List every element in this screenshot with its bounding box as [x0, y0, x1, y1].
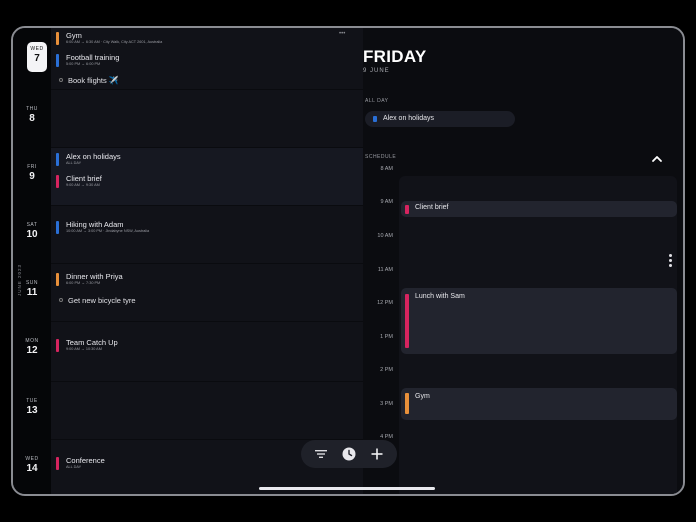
date-dow: FRI [27, 164, 37, 170]
hour-label: 10 AM [377, 233, 393, 239]
home-indicator[interactable] [259, 487, 435, 490]
event-title: Hiking with Adam [66, 220, 124, 229]
schedule-timegrid: 8 AM 9 AM 10 AM 11 AM 12 PM 1 PM 2 PM 3 … [363, 166, 683, 494]
event-subtitle: ALL DAY [66, 465, 82, 469]
date-cell[interactable]: WED 14 [13, 456, 51, 474]
schedule-block-gym[interactable]: Gym [401, 388, 677, 420]
date-num: 9 [29, 171, 35, 182]
event-subtitle: 6:00 AM → 6:30 AM · City Walk, City ACT … [66, 40, 163, 44]
event-color-bar [56, 153, 59, 166]
clock-icon[interactable] [339, 444, 359, 464]
schedule-block-lunch-with-sam[interactable]: Lunch with Sam [401, 288, 677, 354]
airplane-icon: ✈️ [108, 76, 119, 85]
event-title: Football training [66, 53, 120, 62]
date-num: 12 [26, 345, 38, 356]
event-subtitle: ALL DAY [66, 161, 82, 165]
event-title: Conference [66, 456, 105, 465]
date-num: 8 [29, 113, 35, 124]
date-dow: TUE [26, 398, 38, 404]
date-cell-selected[interactable]: WED 7 [27, 42, 47, 72]
day-block-sun: Dinner with Priya 6:00 PM → 7:30 PM Get … [51, 264, 363, 322]
event-title: Team Catch Up [66, 338, 118, 347]
date-dow: MON [25, 338, 39, 344]
event-color-bar [56, 273, 59, 286]
day-block-fri: Alex on holidays ALL DAY Client brief 9:… [51, 148, 363, 206]
event-color-bar [56, 457, 59, 470]
date-cell[interactable]: FRI 9 [13, 164, 51, 182]
schedule-block-title: Lunch with Sam [415, 293, 465, 300]
hour-label: 3 PM [380, 401, 393, 407]
date-num: 10 [26, 229, 38, 240]
day-block-wed: Gym 6:00 AM → 6:30 AM · City Walk, City … [51, 28, 363, 90]
all-day-label: ALL DAY [365, 98, 389, 104]
filter-icon[interactable] [311, 444, 331, 464]
date-num: 7 [34, 53, 40, 64]
schedule-block-title: Gym [415, 393, 430, 400]
date-dow: SAT [26, 222, 38, 228]
task-title: Get new bicycle tyre [68, 296, 136, 305]
schedule-label: SCHEDULE [365, 154, 397, 160]
month-label: JUNE 2023 [17, 264, 22, 297]
hour-label: 11 AM [377, 267, 393, 273]
event-title: Alex on holidays [66, 152, 121, 161]
event-color-bar [405, 205, 409, 214]
date-cell[interactable]: MON 12 [13, 338, 51, 356]
event-color-bar [373, 116, 377, 122]
event-color-bar [56, 54, 59, 67]
schedule-block-title: Client brief [415, 204, 449, 211]
event-color-bar [56, 339, 59, 352]
event-color-bar [56, 32, 59, 45]
schedule-block-client-brief[interactable]: Client brief [401, 201, 677, 217]
hour-label: 12 PM [377, 300, 393, 306]
hour-label: 9 AM [380, 199, 393, 205]
task-checkbox[interactable] [59, 298, 63, 302]
agenda-list: Gym 6:00 AM → 6:30 AM · City Walk, City … [51, 28, 363, 494]
event-subtitle: 5:00 PM → 6:00 PM [66, 62, 101, 66]
day-title: FRIDAY [363, 47, 427, 66]
task-checkbox[interactable] [59, 78, 63, 82]
day-detail-panel: FRIDAY 9 JUNE ALL DAY Alex on holidays S… [363, 28, 683, 494]
tablet-screen: WED 7 THU 8 FRI 9 SAT 10 SUN 11 MON 12 T… [11, 26, 685, 496]
day-subtitle: 9 JUNE [363, 68, 390, 74]
date-cell[interactable]: THU 8 [13, 106, 51, 124]
event-color-bar [56, 175, 59, 188]
task-title: Book flights ✈️ [68, 76, 119, 85]
event-title: Dinner with Priya [66, 272, 123, 281]
event-subtitle: 10:00 AM → 3:00 PM · Jindabyne NSW, Aust… [66, 229, 150, 233]
event-title: Gym [66, 31, 82, 40]
event-color-bar [405, 294, 409, 348]
all-day-event-title: Alex on holidays [383, 115, 434, 122]
day-block-sat: Hiking with Adam 10:00 AM → 3:00 PM · Ji… [51, 206, 363, 264]
hour-label: 1 PM [380, 334, 393, 340]
day-block-thu [51, 90, 363, 148]
day-block-mon: Team Catch Up 9:00 AM → 10:30 AM [51, 322, 363, 382]
event-subtitle: 9:00 AM → 9:30 AM [66, 183, 100, 187]
date-num: 13 [26, 405, 38, 416]
date-dow: THU [26, 106, 38, 112]
task-title-text: Book flights [68, 76, 107, 85]
date-rail: WED 7 THU 8 FRI 9 SAT 10 SUN 11 MON 12 T… [13, 28, 51, 494]
split-view-handle[interactable]: ••• [339, 31, 345, 37]
hour-label: 8 AM [380, 166, 393, 172]
date-dow: WED [30, 46, 44, 52]
date-cell[interactable]: SAT 10 [13, 222, 51, 240]
chevron-up-icon[interactable] [651, 151, 663, 162]
event-subtitle: 6:00 PM → 7:30 PM [66, 281, 101, 285]
floating-toolbar [301, 440, 397, 468]
event-title: Client brief [66, 174, 102, 183]
day-block-tue [51, 382, 363, 440]
all-day-event-chip[interactable]: Alex on holidays [365, 111, 515, 127]
hour-label: 2 PM [380, 367, 393, 373]
date-dow: WED [25, 456, 39, 462]
date-num: 14 [26, 463, 38, 474]
plus-icon[interactable] [367, 444, 387, 464]
event-color-bar [56, 221, 59, 234]
more-options-icon[interactable] [669, 254, 673, 272]
event-color-bar [405, 393, 409, 414]
event-subtitle: 9:00 AM → 10:30 AM [66, 347, 102, 351]
date-cell[interactable]: TUE 13 [13, 398, 51, 416]
